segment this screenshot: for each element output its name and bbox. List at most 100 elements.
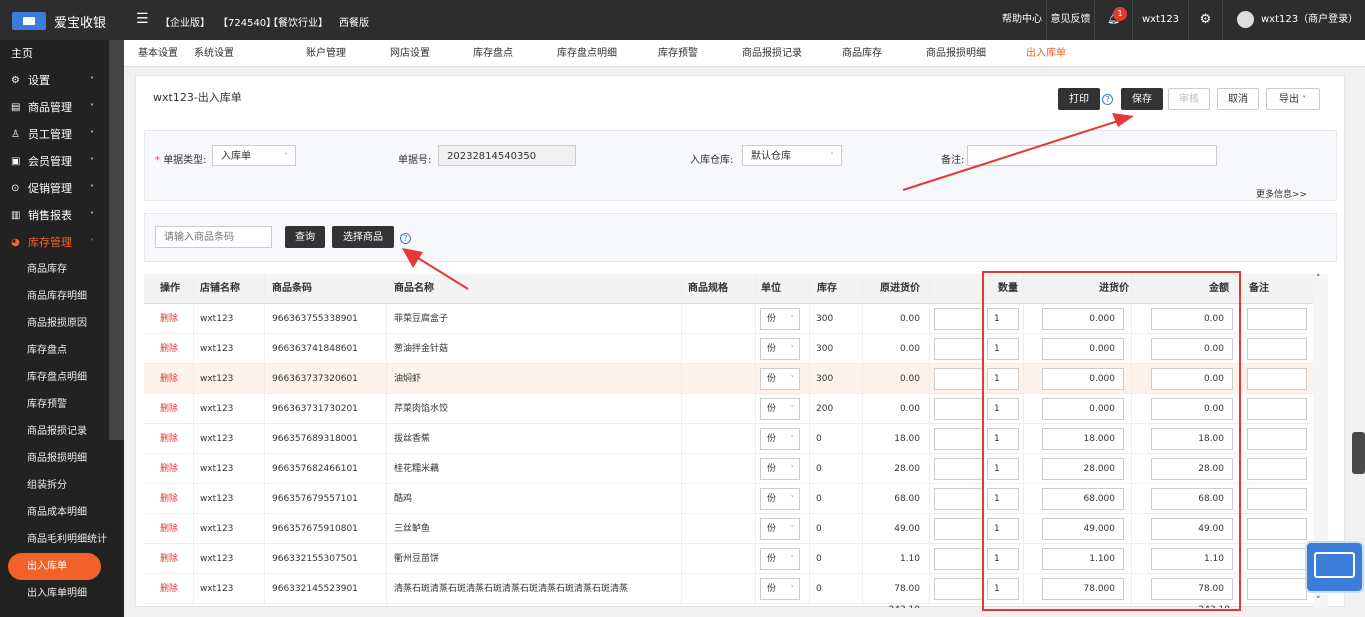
purchase-price-input[interactable]: 0.000 <box>1042 398 1124 420</box>
extra-input[interactable] <box>934 458 984 480</box>
sidebar-item-staff[interactable]: ♙ 员工管理 ˅ <box>0 121 108 148</box>
amount-input[interactable]: 0.00 <box>1151 308 1233 330</box>
sidebar-scrollbar[interactable] <box>109 40 124 440</box>
amount-input[interactable]: 0.00 <box>1151 338 1233 360</box>
remark-input[interactable] <box>1247 398 1307 420</box>
sidebar-item-products[interactable]: ▤ 商品管理 ˅ <box>0 94 108 121</box>
export-dropdown[interactable]: 导出 ˅ <box>1266 88 1320 110</box>
amount-input[interactable]: 18.00 <box>1151 428 1233 450</box>
purchase-price-input[interactable]: 18.000 <box>1042 428 1124 450</box>
sidebar-item-reports[interactable]: ▥ 销售报表 ˅ <box>0 202 108 229</box>
sidebar-subitem[interactable]: 组装拆分 <box>0 472 108 499</box>
save-button[interactable]: 保存 <box>1121 88 1163 110</box>
quantity-input[interactable]: 1 <box>987 548 1019 570</box>
sidebar-item-promotions[interactable]: ⊙ 促销管理 ˅ <box>0 175 108 202</box>
sidebar-subitem[interactable]: 库存盘点明细 <box>0 364 108 391</box>
warehouse-select[interactable]: 默认仓库 ˅ <box>742 145 842 166</box>
purchase-price-input[interactable]: 1.100 <box>1042 548 1124 570</box>
remark-textarea[interactable] <box>967 145 1217 166</box>
sidebar-subitem[interactable]: 商品报损明细 <box>0 445 108 472</box>
remark-input[interactable] <box>1247 518 1307 540</box>
sidebar-subitem[interactable]: 商品报损记录 <box>0 418 108 445</box>
extra-input[interactable] <box>934 488 984 510</box>
sidebar-subitem[interactable]: 出入库单 <box>8 553 101 580</box>
extra-input[interactable] <box>934 548 984 570</box>
quantity-input[interactable]: 1 <box>987 398 1019 420</box>
sidebar-item-settings[interactable]: ⚙ 设置 ˅ <box>0 67 108 94</box>
avatar[interactable] <box>1237 11 1254 28</box>
help-icon[interactable]: ? <box>400 233 411 244</box>
sidebar-subitem[interactable]: 库存盘点 <box>0 337 108 364</box>
select-product-button[interactable]: 选择商品 <box>332 226 394 248</box>
amount-input[interactable]: 0.00 <box>1151 398 1233 420</box>
delete-link[interactable]: 删除 <box>160 544 178 574</box>
extra-input[interactable] <box>934 428 984 450</box>
purchase-price-input[interactable]: 49.000 <box>1042 518 1124 540</box>
purchase-price-input[interactable]: 0.000 <box>1042 308 1124 330</box>
purchase-price-input[interactable]: 68.000 <box>1042 488 1124 510</box>
quantity-input[interactable]: 1 <box>987 488 1019 510</box>
remark-input[interactable] <box>1247 578 1307 600</box>
quantity-input[interactable]: 1 <box>987 428 1019 450</box>
audit-button[interactable]: 审核 <box>1168 88 1210 110</box>
sidebar-item-members[interactable]: ▣ 会员管理 ˅ <box>0 148 108 175</box>
unit-select[interactable]: 份 ˅ <box>760 548 800 570</box>
extra-input[interactable] <box>934 368 984 390</box>
tab-item[interactable]: 库存盘点明细 <box>557 40 617 67</box>
sidebar-subitem[interactable]: 出入库单明细 <box>0 580 108 607</box>
extra-input[interactable] <box>934 578 984 600</box>
keyboard-icon[interactable] <box>1305 541 1364 593</box>
print-button[interactable]: 打印 <box>1058 88 1100 110</box>
unit-select[interactable]: 份 ˅ <box>760 578 800 600</box>
help-center-link[interactable]: 帮助中心 <box>998 0 1046 40</box>
print-help-icon[interactable]: ? <box>1102 94 1113 105</box>
tab-item[interactable]: 商品库存 <box>842 40 882 67</box>
unit-select[interactable]: 份 ˅ <box>760 398 800 420</box>
purchase-price-input[interactable]: 0.000 <box>1042 368 1124 390</box>
purchase-price-input[interactable]: 0.000 <box>1042 338 1124 360</box>
query-button[interactable]: 查询 <box>285 226 325 248</box>
purchase-price-input[interactable]: 78.000 <box>1042 578 1124 600</box>
page-scroll-handle[interactable] <box>1352 432 1365 474</box>
barcode-search-input[interactable] <box>155 226 272 248</box>
delete-link[interactable]: 删除 <box>160 574 178 604</box>
sidebar-item-inventory[interactable]: ◕ 库存管理 ˄ <box>0 229 108 256</box>
delete-link[interactable]: 删除 <box>160 304 178 334</box>
unit-select[interactable]: 份 ˅ <box>760 428 800 450</box>
sidebar-subitem[interactable]: 商品毛利明细统计 <box>0 526 108 553</box>
delete-link[interactable]: 删除 <box>160 424 178 454</box>
purchase-price-input[interactable]: 28.000 <box>1042 458 1124 480</box>
unit-select[interactable]: 份 ˅ <box>760 338 800 360</box>
settings-gear-icon[interactable]: ⚙ <box>1188 0 1222 40</box>
sidebar-subitem[interactable]: 商品报损原因 <box>0 310 108 337</box>
sidebar-subitem[interactable]: 库存预警 <box>0 391 108 418</box>
sidebar-subitem[interactable]: 商品成本明细 <box>0 499 108 526</box>
sidebar-subitem[interactable]: 商品库存明细 <box>0 283 108 310</box>
tab-item[interactable]: 库存盘点 <box>473 40 513 67</box>
quantity-input[interactable]: 1 <box>987 518 1019 540</box>
extra-input[interactable] <box>934 398 984 420</box>
amount-input[interactable]: 1.10 <box>1151 548 1233 570</box>
remark-input[interactable] <box>1247 338 1307 360</box>
tab-item[interactable]: 库存预警 <box>658 40 698 67</box>
sidebar-subitem[interactable]: 商品库存 <box>0 256 108 283</box>
unit-select[interactable]: 份 ˅ <box>760 308 800 330</box>
unit-select[interactable]: 份 ˅ <box>760 488 800 510</box>
more-info-link[interactable]: 更多信息>> <box>1256 187 1307 200</box>
notification-bell-icon[interactable]: 🔔︎ <box>1094 0 1132 40</box>
amount-input[interactable]: 28.00 <box>1151 458 1233 480</box>
delete-link[interactable]: 删除 <box>160 514 178 544</box>
tab-item[interactable]: 网店设置 <box>390 40 430 67</box>
sidebar-home[interactable]: 主页 <box>0 40 108 67</box>
extra-input[interactable] <box>934 308 984 330</box>
remark-input[interactable] <box>1247 458 1307 480</box>
extra-input[interactable] <box>934 338 984 360</box>
extra-input[interactable] <box>934 518 984 540</box>
quantity-input[interactable]: 1 <box>987 458 1019 480</box>
delete-link[interactable]: 删除 <box>160 364 178 394</box>
remark-input[interactable] <box>1247 308 1307 330</box>
delete-link[interactable]: 删除 <box>160 454 178 484</box>
remark-input[interactable] <box>1247 428 1307 450</box>
menu-toggle-icon[interactable]: ☰ <box>136 11 149 27</box>
tab-item[interactable]: 商品报损记录 <box>742 40 802 67</box>
